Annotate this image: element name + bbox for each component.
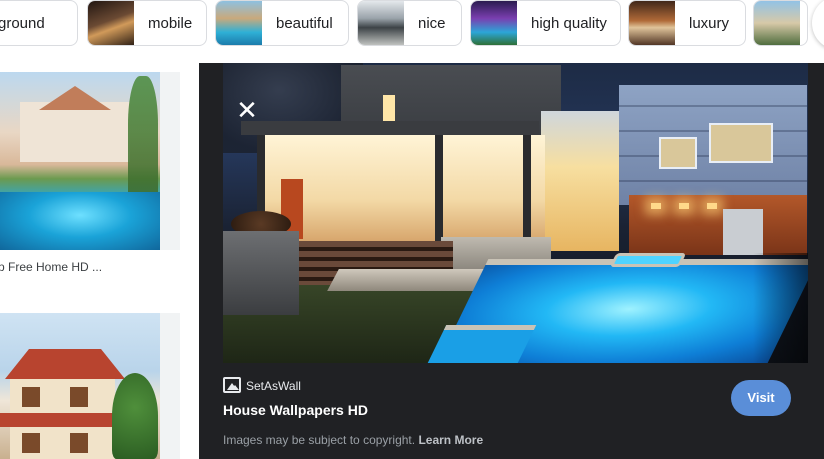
preview-image[interactable]: [223, 63, 808, 363]
chip-beautiful[interactable]: beautiful: [215, 0, 349, 46]
source-name[interactable]: SetAsWall: [246, 379, 301, 393]
chip-thumbnail: [754, 1, 800, 45]
chip-thumbnail: [216, 1, 262, 45]
image-title[interactable]: House Wallpapers HD: [223, 402, 368, 418]
chip-mobile[interactable]: mobile: [87, 0, 207, 46]
result-image[interactable]: [0, 72, 160, 250]
preview-meta: SetAsWall House Wallpapers HD Images may…: [223, 375, 808, 459]
copyright-text: Images may be subject to copyright.: [223, 433, 416, 447]
chip-label: nice: [418, 14, 446, 32]
image-preview-panel: ✕ SetAsWall House Wallpapers HD Images m…: [199, 63, 824, 459]
chip-thumbnail: [358, 1, 404, 45]
chip-nice[interactable]: nice: [357, 0, 462, 46]
chip-high-quality[interactable]: high quality: [470, 0, 621, 46]
chip-label: beautiful: [276, 14, 333, 32]
chip-label: luxury: [689, 14, 730, 32]
close-icon[interactable]: ✕: [235, 98, 259, 124]
chips-scroll-right-button[interactable]: [812, 0, 824, 50]
result-caption[interactable]: p Free Home HD ...: [0, 260, 102, 274]
chip-label: mobile: [148, 14, 193, 32]
chip-label: high quality: [531, 14, 607, 32]
chip-thumbnail: [629, 1, 675, 45]
search-results-page: ckground mobile beautiful nice high qual…: [0, 0, 824, 459]
copyright-notice: Images may be subject to copyright. Lear…: [223, 433, 483, 447]
result-image[interactable]: [0, 313, 160, 459]
chip-label: ckground: [0, 14, 45, 32]
image-source-icon: [223, 377, 241, 393]
chip-background[interactable]: ckground: [0, 0, 78, 46]
related-chips-bar: ckground mobile beautiful nice high qual…: [0, 0, 824, 50]
chip-luxury[interactable]: luxury: [628, 0, 746, 46]
chip-thumbnail: [88, 1, 134, 45]
result-image-backdrop: [160, 313, 180, 459]
chip-next[interactable]: [753, 0, 808, 46]
visit-button[interactable]: Visit: [731, 380, 791, 416]
result-image-backdrop: [160, 72, 180, 250]
chip-thumbnail: [471, 1, 517, 45]
learn-more-link[interactable]: Learn More: [418, 433, 483, 447]
